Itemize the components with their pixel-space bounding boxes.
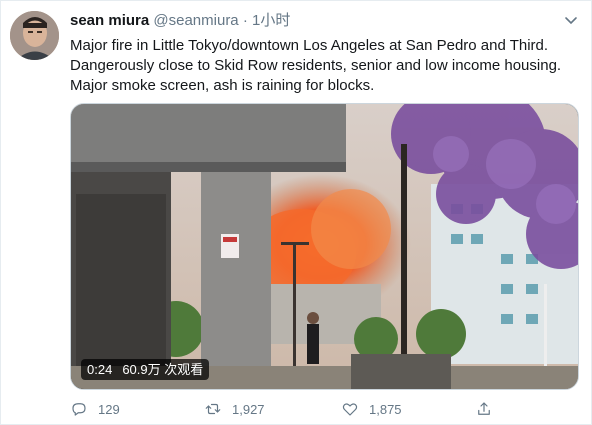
video-views: 60.9万 次观看 xyxy=(122,362,204,377)
tweet-header: sean miura @seanmiura · 1小时 xyxy=(70,12,290,30)
reply-button[interactable]: 129 xyxy=(70,399,120,419)
tweet-text: Major fire in Little Tokyo/downtown Los … xyxy=(70,36,575,96)
avatar[interactable] xyxy=(10,11,59,60)
tweet-actions: 129 1,927 1,875 xyxy=(70,399,580,419)
share-icon xyxy=(478,402,490,415)
chevron-down-icon[interactable] xyxy=(563,13,579,29)
retweet-icon xyxy=(205,403,221,415)
like-button[interactable]: 1,875 xyxy=(341,399,402,419)
tweet-text-line: Major fire in Little Tokyo/downtown Los … xyxy=(70,37,549,54)
video-player[interactable]: 0:24 60.9万 次观看 xyxy=(70,103,579,390)
tweet-text-line: Dangerously close to Skid Row residents,… xyxy=(70,57,562,74)
retweet-count: 1,927 xyxy=(232,401,265,417)
tweet-card[interactable]: sean miura @seanmiura · 1小时 Major fire i… xyxy=(0,0,592,425)
like-icon xyxy=(342,403,358,416)
tweet-time[interactable]: 1小时 xyxy=(252,12,290,29)
video-frame xyxy=(71,104,578,389)
share-button[interactable] xyxy=(475,399,503,419)
retweet-button[interactable]: 1,927 xyxy=(204,399,265,419)
reply-icon xyxy=(72,403,86,416)
author-handle[interactable]: @seanmiura xyxy=(153,12,238,29)
separator-dot: · xyxy=(242,12,248,29)
author-name[interactable]: sean miura xyxy=(70,12,149,29)
reply-count: 129 xyxy=(98,401,120,417)
tweet-text-line: Major smoke screen, ash is raining for b… xyxy=(70,77,375,94)
video-badge: 0:24 60.9万 次观看 xyxy=(81,359,210,380)
like-count: 1,875 xyxy=(369,401,402,417)
video-duration: 0:24 xyxy=(87,362,113,377)
